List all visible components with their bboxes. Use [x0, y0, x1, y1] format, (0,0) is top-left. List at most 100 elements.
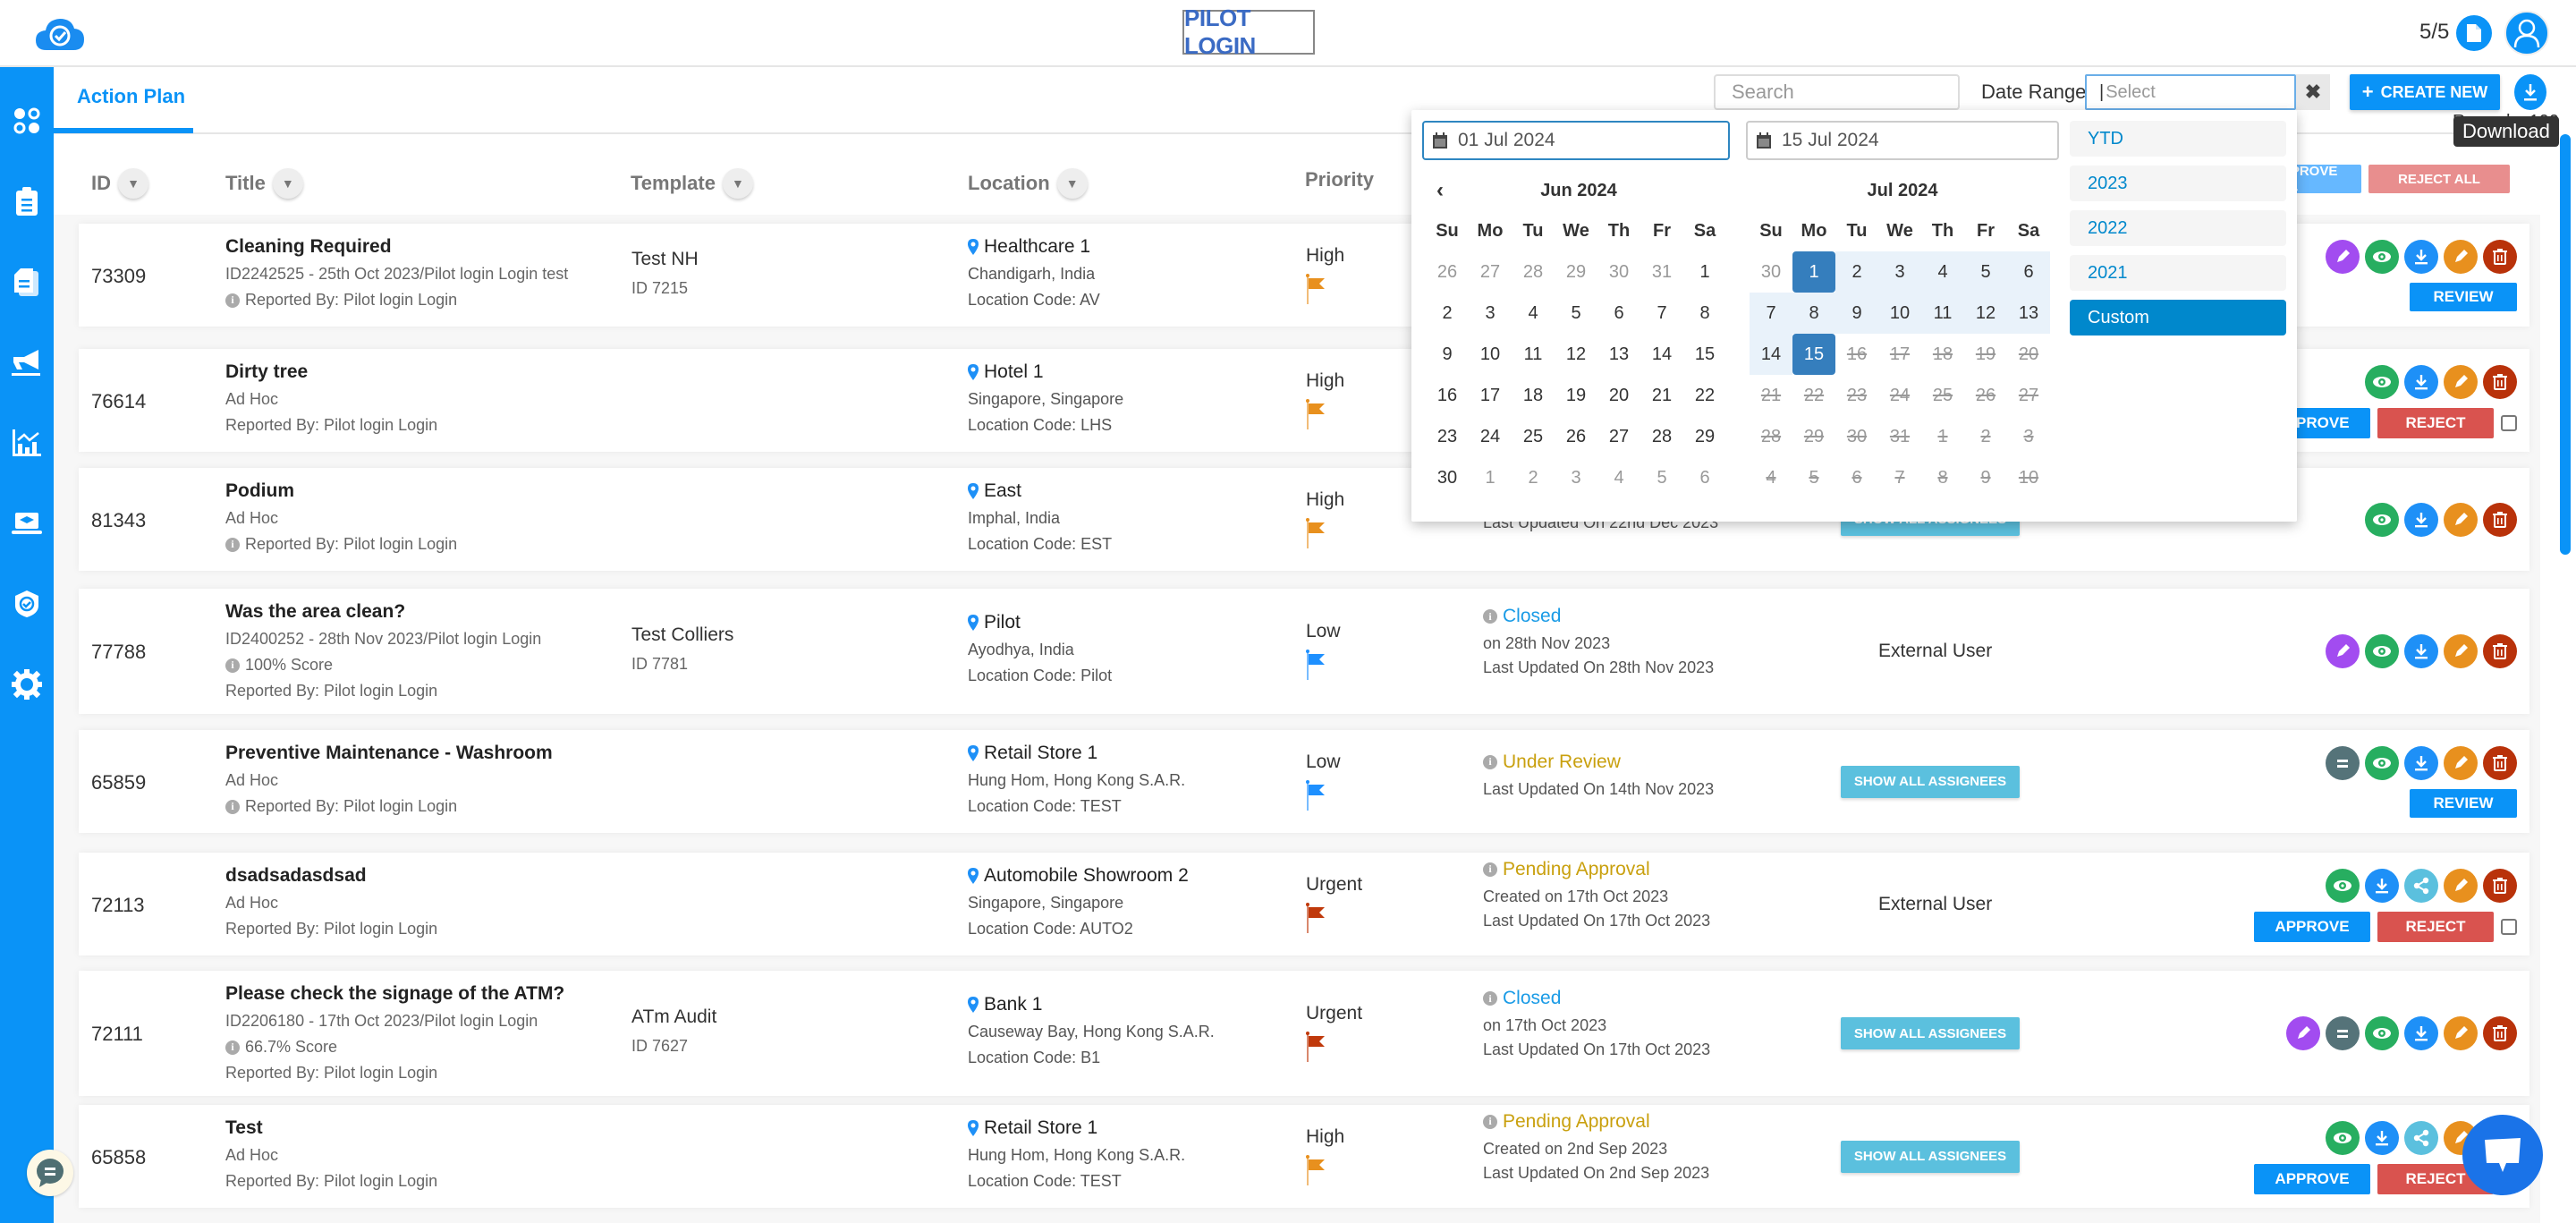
calendar-day[interactable]: 5: [1640, 457, 1683, 498]
pencil-icon[interactable]: [2444, 502, 2478, 537]
share-icon[interactable]: [2404, 1120, 2438, 1155]
pencil-icon[interactable]: [2444, 745, 2478, 780]
calendar-day[interactable]: 7: [1640, 293, 1683, 334]
pencil-icon[interactable]: [2444, 239, 2478, 274]
range-option[interactable]: 2022: [2070, 210, 2286, 246]
calendar-day[interactable]: 1: [1469, 457, 1512, 498]
table-row[interactable]: 72113 dsadsadasdsad Ad Hoc Reported By: Pil…: [79, 853, 2529, 955]
edit-icon[interactable]: [2286, 1016, 2320, 1050]
approve-button[interactable]: APPROVE: [2254, 1163, 2370, 1194]
approve-button[interactable]: APPROVE: [2254, 911, 2370, 942]
calendar-day[interactable]: 10: [1469, 334, 1512, 375]
download-icon[interactable]: [2404, 364, 2438, 399]
row-title[interactable]: Please check the signage of the ATM?: [225, 983, 564, 1005]
calendar-day[interactable]: 1: [1683, 251, 1726, 293]
comment-icon[interactable]: [2326, 1016, 2360, 1050]
sort-template-button[interactable]: ▼: [722, 168, 753, 199]
trash-icon[interactable]: [2483, 364, 2517, 399]
sort-location-button[interactable]: ▼: [1056, 168, 1088, 199]
start-date-input[interactable]: 01 Jul 2024: [1422, 121, 1730, 160]
eye-icon[interactable]: [2365, 364, 2399, 399]
calendar-day[interactable]: 6: [1683, 457, 1726, 498]
document-icon[interactable]: [2456, 15, 2492, 51]
calendar-day[interactable]: 15: [1792, 334, 1835, 375]
shield-check-icon[interactable]: [9, 586, 45, 622]
clear-date-range-button[interactable]: ✖: [2296, 74, 2330, 110]
calendar-day[interactable]: 12: [1964, 293, 2007, 334]
calendar-day[interactable]: 13: [2007, 293, 2050, 334]
row-title[interactable]: Preventive Maintenance - Washroom: [225, 743, 553, 764]
row-title[interactable]: Was the area clean?: [225, 601, 541, 623]
row-title[interactable]: Podium: [225, 480, 457, 502]
calendar-day[interactable]: 5: [1555, 293, 1597, 334]
calendar-day[interactable]: 3: [1469, 293, 1512, 334]
calendar-day[interactable]: 27: [1597, 416, 1640, 457]
calendar-day[interactable]: 13: [1597, 334, 1640, 375]
info-icon[interactable]: i: [1483, 754, 1497, 769]
calendar-day[interactable]: 9: [1835, 293, 1878, 334]
calendar-day[interactable]: 25: [1512, 416, 1555, 457]
edit-icon[interactable]: [2326, 239, 2360, 274]
calendar-day[interactable]: 26: [1555, 416, 1597, 457]
grid-dots-icon[interactable]: [9, 103, 45, 139]
calendar-day[interactable]: 30: [1750, 251, 1792, 293]
reject-button[interactable]: REJECT: [2377, 407, 2494, 438]
download-icon[interactable]: [2404, 745, 2438, 780]
prev-month-button[interactable]: ‹: [1436, 178, 1444, 203]
calendar-day[interactable]: 19: [1555, 375, 1597, 416]
calendar-day[interactable]: 28: [1512, 251, 1555, 293]
pencil-icon[interactable]: [2444, 364, 2478, 399]
edit-icon[interactable]: [2326, 634, 2360, 668]
calendar-day[interactable]: 6: [2007, 251, 2050, 293]
calendar-day[interactable]: 17: [1469, 375, 1512, 416]
laptop-graduation-icon[interactable]: [9, 505, 45, 541]
table-row[interactable]: 72111 Please check the signage of the ATM…: [79, 971, 2529, 1096]
row-checkbox[interactable]: [2501, 414, 2517, 431]
row-title[interactable]: dsadsadasdsad: [225, 865, 437, 887]
download-icon[interactable]: [2404, 239, 2438, 274]
range-option[interactable]: YTD: [2070, 121, 2286, 157]
trash-icon[interactable]: [2483, 745, 2517, 780]
scrollbar[interactable]: [2560, 134, 2571, 555]
range-option[interactable]: 2021: [2070, 255, 2286, 291]
calendar-day[interactable]: 23: [1426, 416, 1469, 457]
calendar-day[interactable]: 6: [1597, 293, 1640, 334]
calendar-day[interactable]: 9: [1426, 334, 1469, 375]
calendar-day[interactable]: 4: [1512, 293, 1555, 334]
calendar-day[interactable]: 26: [1426, 251, 1469, 293]
chat-widget-button[interactable]: [27, 1150, 73, 1196]
calendar-day[interactable]: 2: [1835, 251, 1878, 293]
calendar-day[interactable]: 8: [1792, 293, 1835, 334]
calendar-day[interactable]: 30: [1426, 457, 1469, 498]
share-icon[interactable]: [2404, 868, 2438, 903]
user-avatar[interactable]: [2504, 11, 2549, 55]
calendar-day[interactable]: 14: [1640, 334, 1683, 375]
info-icon[interactable]: i: [225, 799, 240, 814]
pencil-icon[interactable]: [2444, 634, 2478, 668]
trash-icon[interactable]: [2483, 502, 2517, 537]
info-icon[interactable]: i: [1483, 1114, 1497, 1129]
calendar-day[interactable]: 30: [1597, 251, 1640, 293]
show-all-assignees-button[interactable]: SHOW ALL ASSIGNEES: [1841, 1140, 2020, 1173]
comment-icon[interactable]: [2326, 745, 2360, 780]
reject-button[interactable]: REJECT: [2377, 911, 2494, 942]
review-button[interactable]: REVIEW: [2410, 282, 2517, 311]
range-option[interactable]: Custom: [2070, 300, 2286, 335]
calendar-day[interactable]: 4: [1597, 457, 1640, 498]
date-range-select[interactable]: | Select: [2085, 74, 2296, 110]
calendar-day[interactable]: 24: [1469, 416, 1512, 457]
calendar-day[interactable]: 12: [1555, 334, 1597, 375]
calendar-day[interactable]: 3: [1555, 457, 1597, 498]
pencil-icon[interactable]: [2444, 1016, 2478, 1050]
calendar-day[interactable]: 1: [1792, 251, 1835, 293]
review-button[interactable]: REVIEW: [2410, 788, 2517, 818]
row-title[interactable]: Test: [225, 1117, 437, 1139]
calendar-day[interactable]: 14: [1750, 334, 1792, 375]
eye-icon[interactable]: [2365, 502, 2399, 537]
clipboard-icon[interactable]: [9, 183, 45, 219]
info-icon[interactable]: i: [1483, 991, 1497, 1006]
calendar-day[interactable]: 5: [1964, 251, 2007, 293]
calendar-day[interactable]: 31: [1640, 251, 1683, 293]
eye-icon[interactable]: [2326, 1120, 2360, 1155]
calendar-day[interactable]: 27: [1469, 251, 1512, 293]
